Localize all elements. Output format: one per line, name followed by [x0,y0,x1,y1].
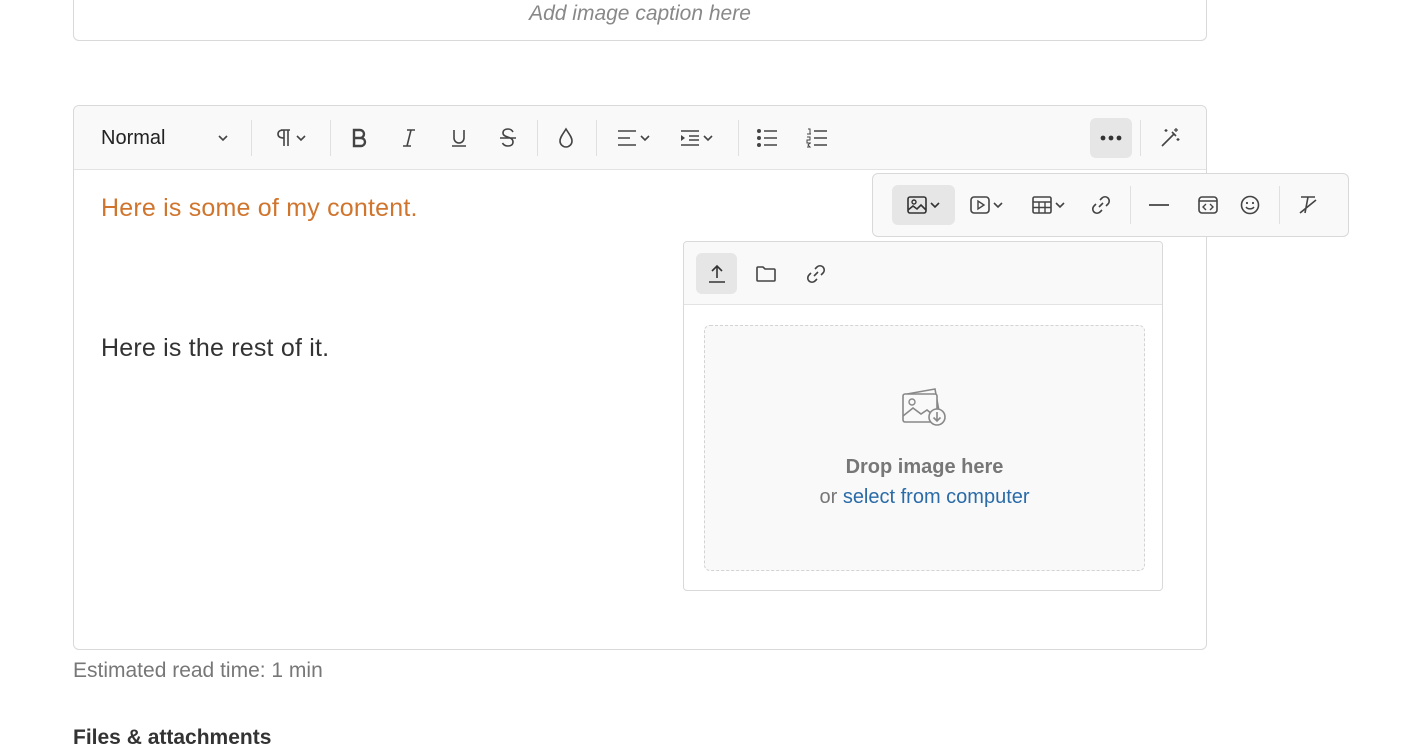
toolbar-divider [1279,186,1280,224]
strikethrough-icon [498,127,518,149]
chevron-down-icon [928,198,942,212]
chevron-down-icon [638,131,652,145]
link-icon [805,263,827,285]
horizontal-rule-icon [1148,203,1170,207]
toolbar-divider [738,120,739,156]
media-play-icon [969,195,991,215]
image-download-icon [901,386,949,433]
bulleted-list-button[interactable] [746,118,788,158]
image-caption-field[interactable]: Add image caption here [73,0,1207,41]
color-drop-icon [556,127,576,149]
underline-button[interactable] [438,118,480,158]
image-icon [906,195,928,215]
chevron-down-icon [294,131,308,145]
image-source-tabs [684,242,1162,305]
folder-icon [755,264,777,284]
estimated-read-time: Estimated read time: 1 min [73,659,323,682]
toolbar-divider [596,120,597,156]
bold-icon [349,128,369,148]
horizontal-line-button[interactable] [1138,185,1180,225]
drop-or-text: or [819,486,838,508]
more-dots-icon [1100,135,1122,141]
image-upload-popup: Drop image here or select from computer [683,241,1163,591]
align-left-icon [616,128,638,148]
insert-image-button[interactable] [892,185,955,225]
bulleted-list-icon [756,128,778,148]
italic-button[interactable] [388,118,430,158]
block-format-select[interactable]: Normal [88,118,238,158]
underline-icon [449,128,469,148]
chevron-down-icon [1053,198,1067,212]
link-icon [1090,194,1112,216]
emoji-button[interactable] [1229,185,1271,225]
code-embed-icon [1197,195,1219,215]
toolbar-divider [251,120,252,156]
more-tools-button[interactable] [1090,118,1132,158]
numbered-list-icon [806,128,828,148]
chevron-down-icon [216,131,230,145]
editor-toolbar: Normal [74,106,1206,170]
drop-image-title: Drop image here [845,456,1004,478]
toolbar-divider [1140,120,1141,156]
numbered-list-button[interactable] [796,118,838,158]
toolbar-divider [330,120,331,156]
insert-link-button[interactable] [1080,185,1122,225]
drop-image-subtitle: or select from computer [705,486,1144,509]
browse-files-tab[interactable] [745,253,786,294]
chevron-down-icon [991,198,1005,212]
select-from-computer-link[interactable]: select from computer [843,486,1030,508]
image-caption-placeholder: Add image caption here [529,2,751,25]
upload-tab[interactable] [696,253,737,294]
toolbar-divider [537,120,538,156]
html-embed-button[interactable] [1187,185,1229,225]
insert-table-button[interactable] [1023,185,1075,225]
strikethrough-button[interactable] [487,118,529,158]
bold-button[interactable] [338,118,380,158]
upload-icon [706,263,728,285]
alignment-button[interactable] [606,118,662,158]
more-tools-popup [872,173,1349,237]
clear-format-icon [1297,194,1319,216]
smiley-icon [1239,194,1261,216]
image-drop-zone[interactable]: Drop image here or select from computer [704,325,1145,571]
pilcrow-icon [272,127,294,149]
files-attachments-heading: Files & attachments [73,726,272,749]
insert-media-button[interactable] [961,185,1013,225]
toolbar-divider [1130,186,1131,224]
text-color-button[interactable] [545,118,587,158]
indent-button[interactable] [669,118,725,158]
chevron-down-icon [701,131,715,145]
content-paragraph-highlighted[interactable]: Here is some of my content. [101,194,418,223]
block-format-value: Normal [101,126,166,149]
indent-icon [679,128,701,148]
table-icon [1031,195,1053,215]
italic-icon [399,128,419,148]
ai-assist-button[interactable] [1149,118,1191,158]
paragraph-direction-button[interactable] [262,118,318,158]
remove-format-button[interactable] [1287,185,1329,225]
magic-wand-icon [1159,127,1181,149]
content-paragraph[interactable]: Here is the rest of it. [101,334,329,363]
image-url-tab[interactable] [795,253,836,294]
